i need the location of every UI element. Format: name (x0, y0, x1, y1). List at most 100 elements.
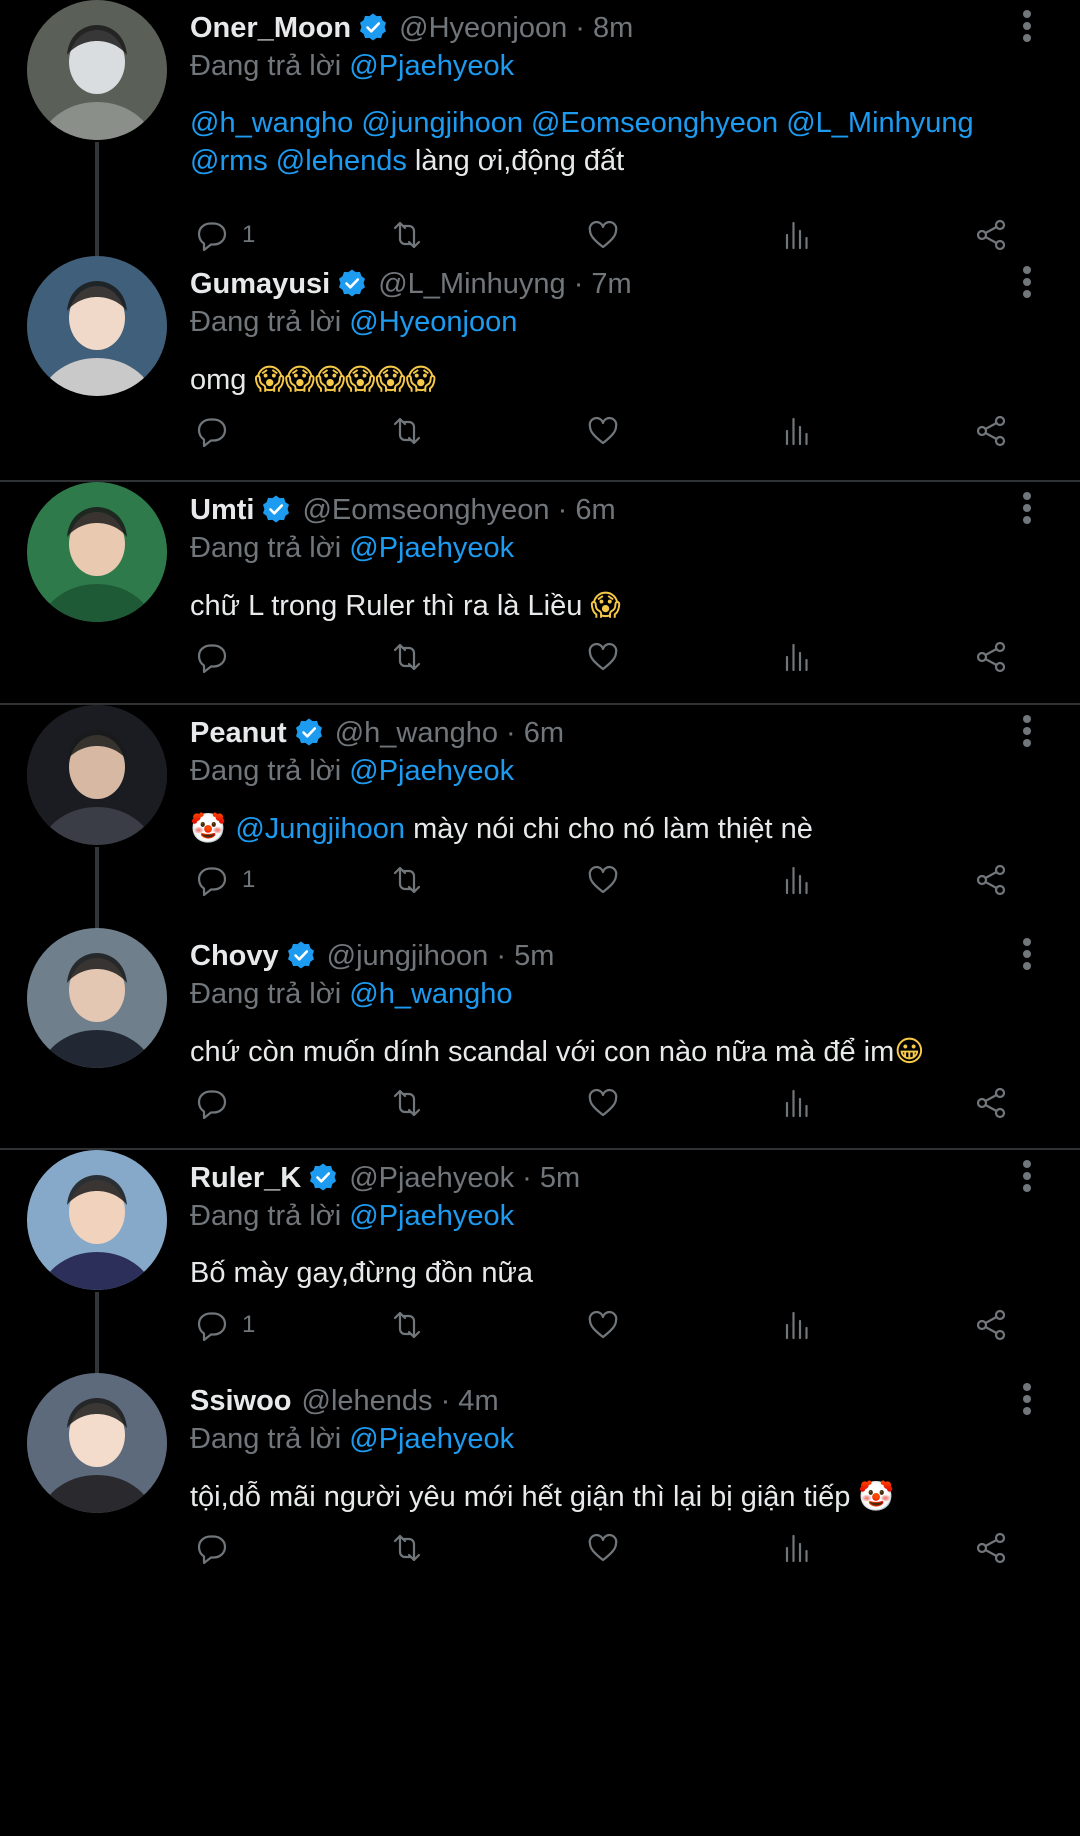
display-name[interactable]: Peanut (190, 717, 287, 750)
tweet[interactable]: Chovy @jungjihoon · 5m Đang trả lời @h_wa… (0, 928, 1080, 1150)
reply-button[interactable]: 1 (190, 210, 255, 260)
display-name[interactable]: Gumayusi (190, 268, 330, 301)
display-name[interactable]: Umti (190, 494, 254, 527)
retweet-button[interactable] (386, 210, 428, 260)
handle-and-time[interactable]: @Hyeonjoon · 8m (399, 12, 633, 45)
tweet-actions (0, 1078, 1080, 1128)
reply-button[interactable] (190, 632, 232, 682)
views-button[interactable] (776, 1078, 818, 1128)
handle-and-time[interactable]: @jungjihoon · 5m (327, 940, 555, 973)
views-button[interactable] (776, 1523, 818, 1573)
share-button[interactable] (970, 855, 1012, 905)
share-button[interactable] (970, 632, 1012, 682)
share-button[interactable] (970, 1078, 1012, 1128)
tweet-actions (0, 406, 1080, 456)
tweet[interactable]: Peanut @h_wangho · 6m Đang trả lời @Pjaeh… (0, 705, 1080, 947)
tweet[interactable]: Ruler_K @Pjaehyeok · 5m Đang trả lời @Pja… (0, 1150, 1080, 1392)
reply-button[interactable]: 1 (190, 855, 255, 905)
more-vertical-icon[interactable] (1021, 262, 1033, 302)
share-button[interactable] (970, 210, 1012, 260)
views-button[interactable] (776, 855, 818, 905)
retweet-button[interactable] (386, 855, 428, 905)
avatar[interactable] (27, 1373, 167, 1513)
handle-and-time[interactable]: @lehends · 4m (302, 1385, 499, 1418)
avatar[interactable] (27, 928, 167, 1068)
handle-and-time[interactable]: @Pjaehyeok · 5m (349, 1162, 580, 1195)
comment-bubble-icon (190, 636, 232, 678)
share-icon (970, 410, 1012, 452)
avatar[interactable] (27, 1150, 167, 1290)
like-button[interactable] (582, 632, 624, 682)
avatar[interactable] (27, 705, 167, 845)
views-button[interactable] (776, 1300, 818, 1350)
heart-icon (582, 410, 624, 452)
share-button[interactable] (970, 406, 1012, 456)
tweet-text: chứ còn muốn dính scandal với con nào nữ… (190, 1032, 1050, 1071)
views-button[interactable] (776, 632, 818, 682)
like-button[interactable] (582, 210, 624, 260)
more-vertical-icon[interactable] (1021, 1379, 1033, 1419)
retweet-button[interactable] (386, 1078, 428, 1128)
like-button[interactable] (582, 1300, 624, 1350)
display-name[interactable]: Oner_Moon (190, 12, 351, 45)
reply-button[interactable] (190, 1523, 232, 1573)
replying-to-handle-link[interactable]: @Pjaehyeok (349, 532, 514, 564)
views-button[interactable] (776, 406, 818, 456)
retweet-button[interactable] (386, 632, 428, 682)
more-vertical-icon[interactable] (1021, 1156, 1033, 1196)
share-icon (970, 859, 1012, 901)
display-name[interactable]: Chovy (190, 940, 279, 973)
replying-to-handle-link[interactable]: @h_wangho (349, 978, 512, 1010)
tweet-header: Umti @Eomseonghyeon · 6m (190, 490, 616, 530)
tweet[interactable]: Ssiwoo @lehends · 4m Đang trả lời @Pjaehye… (0, 1373, 1080, 1836)
replying-to-handle-link[interactable]: @Pjaehyeok (349, 755, 514, 787)
reply-button[interactable] (190, 1078, 232, 1128)
replying-to-handle-link[interactable]: @Pjaehyeok (349, 50, 514, 82)
reply-button[interactable] (190, 406, 232, 456)
retweet-button[interactable] (386, 406, 428, 456)
tweet-actions: 1 (0, 210, 1080, 260)
like-button[interactable] (582, 855, 624, 905)
emoji: 😀 (894, 1034, 925, 1068)
replying-to-label: Đang trả lời (190, 50, 350, 82)
handle-and-time[interactable]: @Eomseonghyeon · 6m (302, 494, 615, 527)
tweet[interactable]: Oner_Moon @Hyeonjoon · 8m Đang trả lời @P… (0, 0, 1080, 302)
like-button[interactable] (582, 1078, 624, 1128)
share-button[interactable] (970, 1523, 1012, 1573)
heart-icon (582, 1082, 624, 1124)
replying-to-handle-link[interactable]: @Pjaehyeok (349, 1200, 514, 1232)
tweet-header: Oner_Moon @Hyeonjoon · 8m (190, 8, 633, 48)
more-vertical-icon[interactable] (1021, 6, 1033, 46)
more-vertical-icon[interactable] (1021, 934, 1033, 974)
share-icon (970, 1304, 1012, 1346)
tweet-actions: 1 (0, 855, 1080, 905)
more-vertical-icon[interactable] (1021, 488, 1033, 528)
views-button[interactable] (776, 210, 818, 260)
retweet-button[interactable] (386, 1300, 428, 1350)
replying-to-handle-link[interactable]: @Pjaehyeok (349, 1423, 514, 1455)
like-button[interactable] (582, 406, 624, 456)
share-button[interactable] (970, 1300, 1012, 1350)
tweet[interactable]: Gumayusi @L_Minhuyng · 7m Đang trả lời @H… (0, 256, 1080, 482)
like-button[interactable] (582, 1523, 624, 1573)
mention-link[interactable]: @Jungjihoon (235, 813, 405, 845)
avatar[interactable] (27, 482, 167, 622)
replying-to-handle-link[interactable]: @Hyeonjoon (349, 306, 517, 338)
replying-to-label: Đang trả lời (190, 1200, 350, 1232)
more-vertical-icon[interactable] (1021, 711, 1033, 751)
avatar[interactable] (27, 0, 167, 140)
display-name[interactable]: Ssiwoo (190, 1385, 292, 1418)
reply-button[interactable]: 1 (190, 1300, 255, 1350)
emoji: 😱😱😱😱😱😱 (254, 362, 436, 396)
emoji: 🤡 (190, 811, 236, 845)
share-icon (970, 214, 1012, 256)
handle-and-time[interactable]: @h_wangho · 6m (335, 717, 564, 750)
tweet-text: chữ L trong Ruler thì ra là Liều 😱 (190, 586, 1050, 625)
display-name[interactable]: Ruler_K (190, 1162, 301, 1195)
tweet-text: 🤡 @Jungjihoon mày nói chi cho nó làm thi… (190, 809, 1050, 848)
reply-count: 1 (242, 1311, 256, 1338)
avatar[interactable] (27, 256, 167, 396)
handle-and-time[interactable]: @L_Minhuyng · 7m (378, 268, 632, 301)
tweet[interactable]: Umti @Eomseonghyeon · 6m Đang trả lời @Pj… (0, 482, 1080, 705)
retweet-button[interactable] (386, 1523, 428, 1573)
